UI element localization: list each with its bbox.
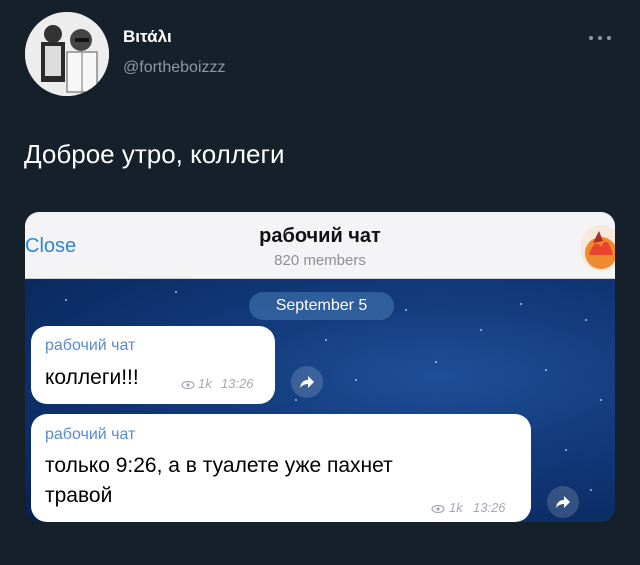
message-time: 13:26 xyxy=(221,376,254,391)
chat-header: Close рабочий чат 820 members xyxy=(25,212,615,279)
message-text-line: травой xyxy=(45,484,113,507)
message-time: 13:26 xyxy=(473,500,506,515)
eye-icon xyxy=(181,378,195,393)
eye-icon xyxy=(431,502,445,517)
tweet-text: Доброе утро, коллеги xyxy=(24,139,285,169)
group-avatar[interactable] xyxy=(581,225,615,271)
message-text-line: только 9:26, а в туалете уже пахнет xyxy=(45,454,393,477)
message-bubble[interactable]: рабочий чат коллеги!!! 1k 13:26 xyxy=(31,326,275,404)
view-count: 1k xyxy=(198,376,212,391)
share-arrow-icon xyxy=(300,376,314,388)
view-count: 1k xyxy=(449,500,463,515)
message-sender[interactable]: рабочий чат xyxy=(45,426,135,444)
avatar-photo xyxy=(25,12,109,96)
forward-button[interactable] xyxy=(547,486,579,518)
forward-button[interactable] xyxy=(291,366,323,398)
share-arrow-icon xyxy=(556,496,570,508)
more-horizontal-icon[interactable] xyxy=(586,28,616,48)
chat-title: рабочий чат xyxy=(259,225,381,247)
author-avatar[interactable] xyxy=(25,12,109,96)
author-name[interactable]: Βιτάλι xyxy=(123,27,172,47)
chat-member-count: 820 members xyxy=(274,252,366,269)
author-handle[interactable]: @fortheboizzz xyxy=(123,59,226,77)
date-separator: September 5 xyxy=(249,292,394,320)
message-bubble[interactable]: рабочий чат только 9:26, а в туалете уже… xyxy=(31,414,531,522)
message-text: коллеги!!! xyxy=(45,366,139,389)
message-sender[interactable]: рабочий чат xyxy=(45,337,135,355)
attached-image[interactable]: Close рабочий чат 820 members September xyxy=(25,212,615,522)
